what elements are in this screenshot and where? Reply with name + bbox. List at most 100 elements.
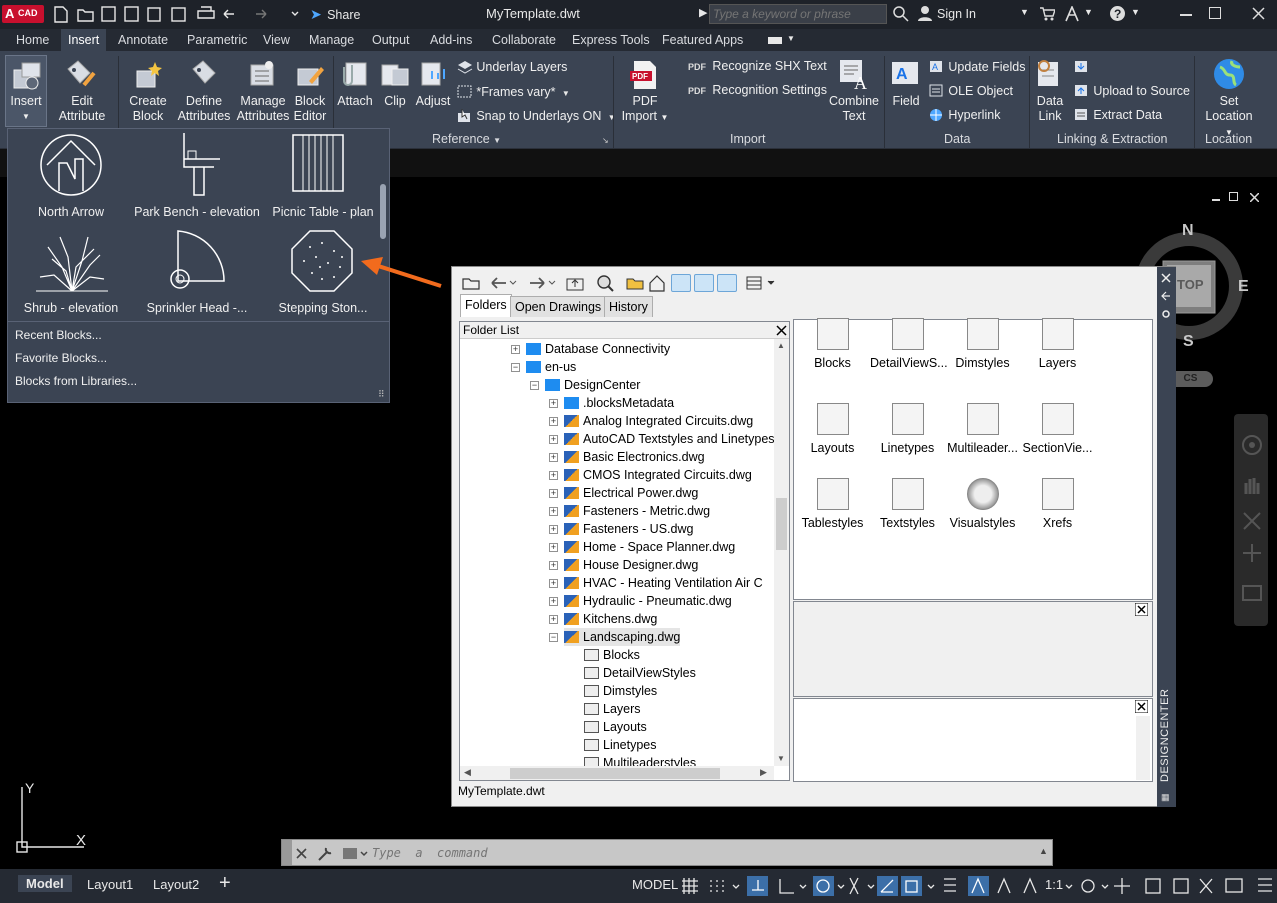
content-item[interactable]: Visualstyles	[945, 478, 1020, 530]
frames-vary-dropdown[interactable]: *Frames vary* ▼	[456, 84, 570, 101]
orbit-icon[interactable]	[1241, 542, 1263, 564]
up-icon[interactable]	[566, 275, 584, 291]
quick-access-toolbar[interactable]	[52, 5, 302, 23]
viewport-restore[interactable]	[1229, 192, 1238, 201]
steering-wheel-icon[interactable]	[1241, 434, 1263, 456]
edit-attribute-button[interactable]: Edit Attribute	[52, 55, 112, 127]
a360-dropdown-icon[interactable]: ▼	[1084, 7, 1093, 17]
clip-button[interactable]: Clip	[377, 55, 413, 127]
customize-wrench-icon[interactable]	[317, 846, 333, 862]
snap-to-underlays-dropdown[interactable]: Snap to Underlays ON ▼	[456, 108, 616, 125]
load-icon[interactable]	[462, 275, 480, 291]
favorites-icon[interactable]	[626, 275, 644, 291]
tree-item[interactable]: House Designer.dwg	[564, 556, 698, 574]
block-editor-button[interactable]: Block Editor	[290, 55, 330, 127]
recent-commands-icon[interactable]	[342, 847, 368, 860]
resize-grip-icon[interactable]: ⠿	[378, 389, 385, 400]
help-icon[interactable]: ?	[1109, 5, 1126, 22]
new-layout-icon[interactable]: +	[219, 872, 231, 895]
tree-vscroll[interactable]: ▲ ▼	[774, 339, 789, 766]
reference-panel-launcher-icon[interactable]: ↘	[602, 136, 609, 145]
command-close-icon[interactable]	[296, 848, 307, 859]
tree-item[interactable]: Layouts	[584, 718, 647, 736]
content-item[interactable]: Tablestyles	[795, 478, 870, 530]
expand-toggle[interactable]: +	[549, 399, 558, 408]
compass-east[interactable]: E	[1238, 278, 1249, 296]
tab-express-tools[interactable]: Express Tools	[565, 29, 657, 51]
viewport-close-icon[interactable]	[1250, 193, 1259, 202]
extract-data-button[interactable]: Extract Data	[1073, 107, 1162, 123]
tree-item[interactable]: Fasteners - US.dwg	[564, 520, 693, 538]
tree-item[interactable]: CMOS Integrated Circuits.dwg	[564, 466, 752, 484]
expand-toggle[interactable]: +	[549, 417, 558, 426]
auto-hide-icon[interactable]	[1161, 291, 1171, 301]
tab-view[interactable]: View	[256, 29, 297, 51]
expand-toggle[interactable]: +	[549, 435, 558, 444]
navigation-bar[interactable]	[1234, 414, 1268, 626]
tree-item[interactable]: Linetypes	[584, 736, 657, 754]
block-shrub[interactable]: Shrub - elevation	[8, 225, 134, 321]
ole-object-button[interactable]: OLE Object	[928, 83, 1013, 99]
viewport-minimize[interactable]	[1212, 199, 1220, 201]
combine-text-button[interactable]: A Combine Text	[826, 55, 882, 127]
gallery-scrollbar[interactable]	[380, 184, 386, 239]
help-dropdown-icon[interactable]: ▼	[1131, 7, 1140, 17]
search-input[interactable]	[709, 4, 887, 24]
pan-icon[interactable]	[1242, 474, 1262, 496]
underlay-layers-button[interactable]: Underlay Layers	[456, 59, 567, 76]
scroll-right-icon[interactable]: ▶	[760, 767, 767, 778]
tree-item[interactable]: HVAC - Heating Ventilation Air C	[564, 574, 763, 592]
update-fields-button[interactable]: A Update Fields	[928, 59, 1025, 75]
reference-panel-title[interactable]: Reference ▼	[432, 132, 501, 146]
home-icon[interactable]	[648, 274, 666, 292]
content-item[interactable]: Layouts	[795, 403, 870, 455]
tab-insert[interactable]: Insert	[61, 29, 107, 51]
sign-in-button[interactable]: Sign In	[937, 7, 976, 21]
content-item[interactable]: Blocks	[795, 318, 870, 370]
insert-button[interactable]: Insert ▼	[5, 55, 47, 127]
tree-item[interactable]: Kitchens.dwg	[564, 610, 657, 628]
hyperlink-button[interactable]: Hyperlink	[928, 107, 1000, 123]
tree-item[interactable]: Basic Electronics.dwg	[564, 448, 705, 466]
tab-open-drawings[interactable]: Open Drawings	[510, 296, 607, 317]
blocks-from-libraries-link[interactable]: Blocks from Libraries...	[15, 374, 137, 388]
scroll-down-icon[interactable]: ▼	[777, 754, 785, 763]
content-item[interactable]: DetailViewS...	[870, 318, 948, 370]
command-line[interactable]: ▲	[281, 839, 1053, 866]
favorite-blocks-link[interactable]: Favorite Blocks...	[15, 351, 107, 365]
ribbon-state-toggle[interactable]	[768, 37, 782, 44]
command-history-icon[interactable]: ▲	[1039, 846, 1048, 856]
search-dc-icon[interactable]	[596, 274, 614, 292]
block-sprinkler-head[interactable]: Sprinkler Head -...	[134, 225, 260, 321]
recognition-settings-button[interactable]: PDF Recognition Settings	[688, 83, 827, 98]
block-north-arrow[interactable]: North Arrow	[8, 129, 134, 225]
tab-manage[interactable]: Manage	[302, 29, 361, 51]
collapse-toggle[interactable]: −	[511, 363, 520, 372]
forward-icon[interactable]	[528, 275, 558, 291]
preview-toggle[interactable]	[694, 274, 714, 292]
tree-vscroll-thumb[interactable]	[776, 498, 787, 550]
tab-featured-apps[interactable]: Featured Apps	[655, 29, 750, 51]
zoom-icon[interactable]	[1241, 510, 1263, 532]
download-from-source-button[interactable]	[1073, 59, 1090, 74]
compass-south[interactable]: S	[1183, 333, 1194, 351]
tab-add-ins[interactable]: Add-ins	[423, 29, 479, 51]
scroll-up-icon[interactable]: ▲	[777, 341, 785, 350]
attach-button[interactable]: Attach	[335, 55, 375, 127]
maximize-button[interactable]	[1209, 7, 1221, 19]
tree-hscroll[interactable]: ◀ ▶	[460, 766, 774, 780]
tree-item[interactable]: Landscaping.dwg	[564, 628, 681, 646]
block-picnic-table[interactable]: Picnic Table - plan	[260, 129, 386, 225]
sign-in-dropdown-icon[interactable]: ▼	[1020, 7, 1029, 17]
adjust-button[interactable]: Adjust	[413, 55, 453, 127]
annotation-scale-value[interactable]: 1:1	[1045, 877, 1063, 892]
recognize-shx-text-button[interactable]: PDF Recognize SHX Text	[688, 59, 827, 74]
folder-list-close-icon[interactable]	[776, 325, 787, 336]
description-vscroll[interactable]	[1136, 716, 1150, 780]
block-park-bench[interactable]: Park Bench - elevation	[134, 129, 260, 225]
tab-annotate[interactable]: Annotate	[111, 29, 175, 51]
status-toolbar-icons[interactable]	[680, 875, 1277, 897]
tab-layout2[interactable]: Layout2	[153, 877, 199, 892]
expand-toggle[interactable]: +	[549, 489, 558, 498]
tree-item[interactable]: Database Connectivity	[526, 340, 670, 358]
